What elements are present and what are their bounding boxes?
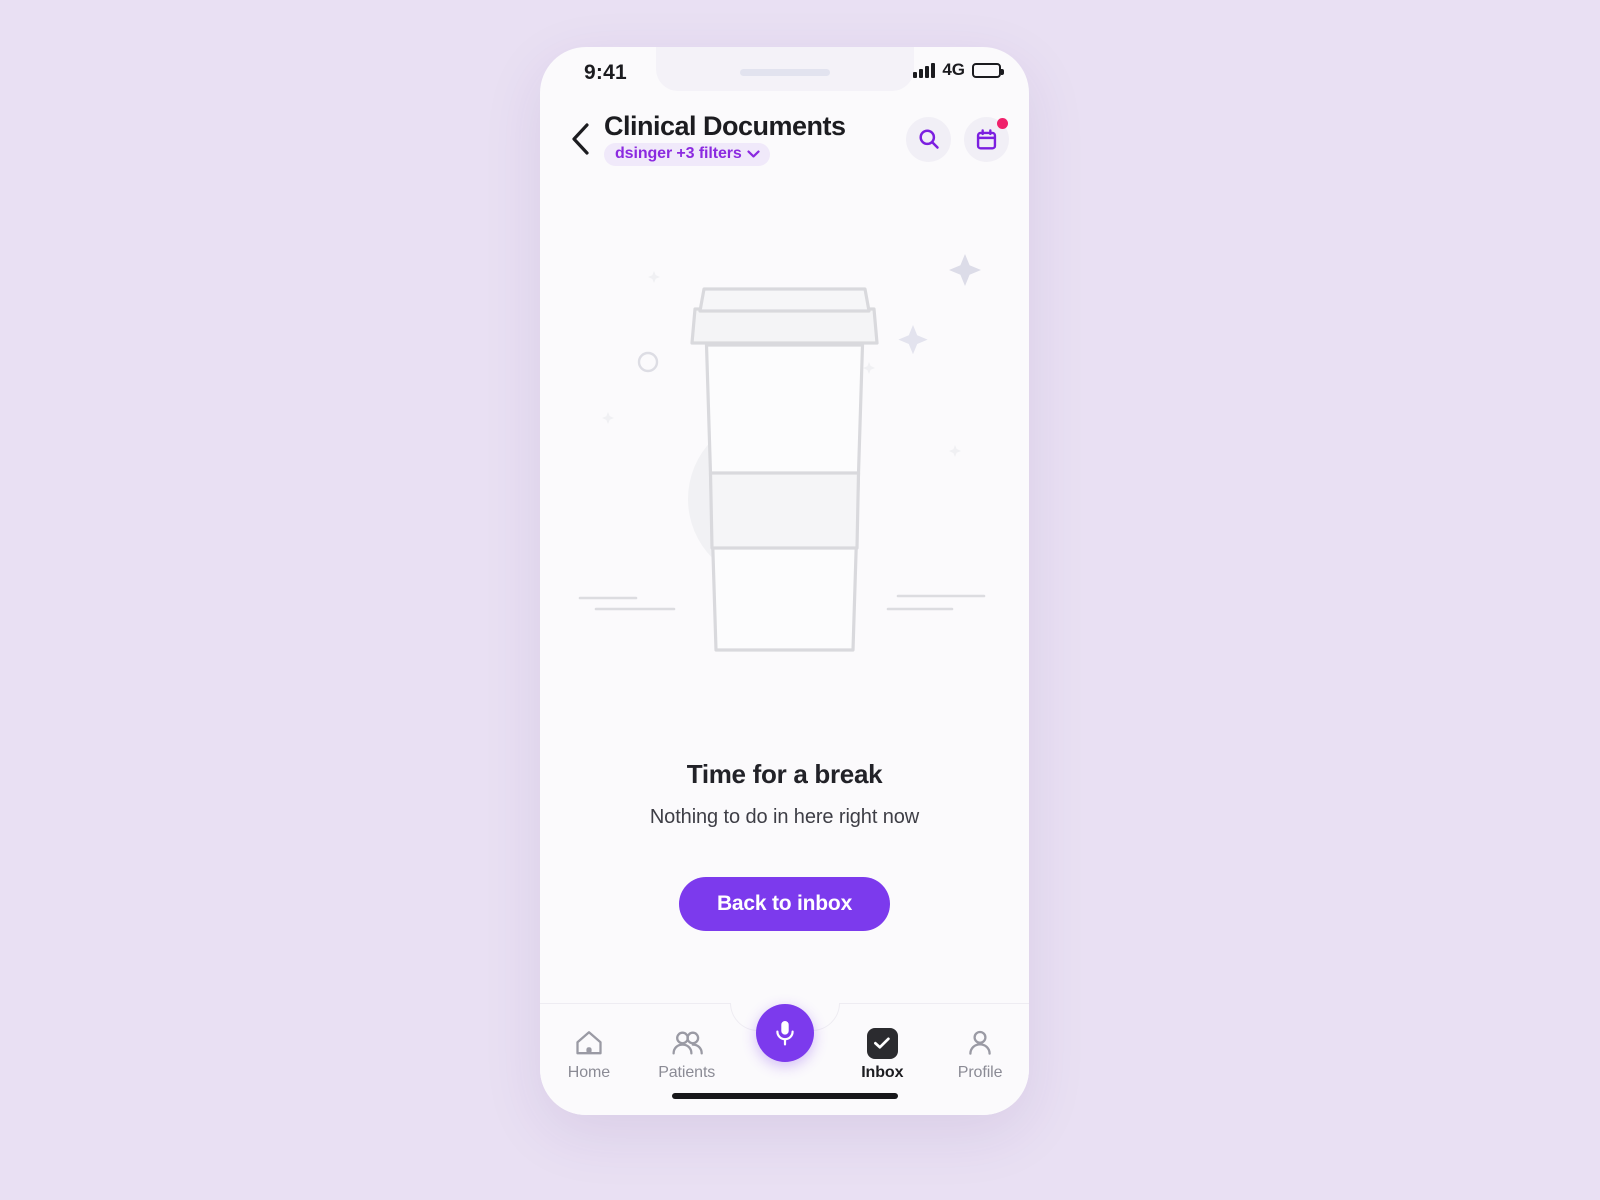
status-time: 9:41 — [584, 61, 627, 84]
status-bar: 9:41 4G — [540, 47, 1029, 99]
nav-label-profile: Profile — [957, 1064, 1003, 1081]
back-button[interactable] — [558, 117, 602, 161]
profile-icon — [966, 1028, 994, 1058]
signal-bars-icon — [913, 62, 936, 78]
empty-state-title: Time for a break — [686, 759, 883, 789]
microphone-icon — [775, 1021, 794, 1046]
phone-frame: 9:41 4G Clinical Documents dsinger +3 fi… — [540, 47, 1029, 1115]
calendar-button[interactable] — [964, 116, 1009, 162]
header-actions — [906, 116, 1009, 162]
phone-notch — [655, 47, 914, 91]
back-to-inbox-button[interactable]: Back to inbox — [678, 877, 891, 931]
inbox-check-icon — [866, 1027, 898, 1059]
page-title: Clinical Documents — [604, 110, 846, 141]
battery-icon — [972, 62, 1004, 78]
chevron-left-icon — [572, 123, 589, 155]
filter-chip-label: dsinger +3 filters — [615, 145, 742, 163]
app-header: Clinical Documents dsinger +3 filters — [540, 99, 1029, 179]
nav-label-inbox: Inbox — [861, 1064, 904, 1081]
cta-container: Back to inbox — [540, 877, 1029, 931]
bottom-navigation: Home Patients Inbox Profile — [540, 1003, 1029, 1115]
filter-chip[interactable]: dsinger +3 filters — [604, 143, 770, 167]
nav-item-inbox[interactable]: Inbox — [833, 1004, 931, 1096]
nav-item-home[interactable]: Home — [540, 1004, 638, 1096]
nav-item-patients[interactable]: Patients — [638, 1004, 736, 1096]
status-indicators: 4G — [913, 60, 1004, 80]
notification-badge — [997, 117, 1008, 129]
nav-label-home: Home — [567, 1064, 611, 1081]
search-icon — [918, 129, 939, 149]
coffee-cup-illustration — [578, 254, 986, 652]
calendar-icon — [976, 128, 997, 150]
voice-record-button[interactable] — [755, 1004, 814, 1062]
empty-state-content: Time for a break Nothing to do in here r… — [540, 179, 1029, 1003]
nav-label-patients: Patients — [658, 1064, 716, 1081]
home-icon — [574, 1028, 604, 1058]
nav-item-profile[interactable]: Profile — [931, 1004, 1029, 1096]
chevron-down-icon — [747, 150, 760, 158]
header-titles: Clinical Documents dsinger +3 filters — [604, 110, 906, 167]
patients-icon — [671, 1028, 703, 1058]
empty-state-subtitle: Nothing to do in here right now — [649, 806, 920, 828]
home-indicator — [671, 1093, 898, 1099]
speaker-grille — [739, 69, 830, 76]
network-type-label: 4G — [942, 60, 965, 79]
search-button[interactable] — [906, 116, 951, 162]
